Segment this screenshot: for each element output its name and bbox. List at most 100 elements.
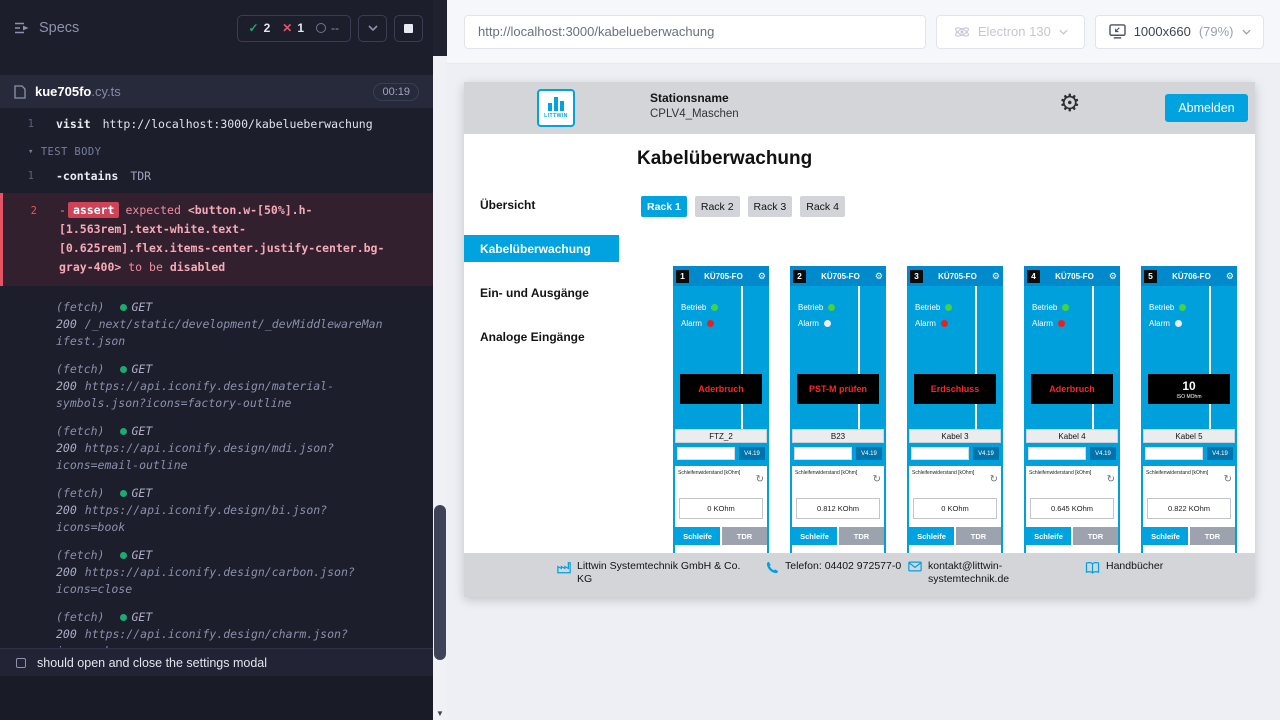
pending-circle-icon: [316, 23, 326, 33]
success-dot-icon: [120, 428, 127, 435]
browser-bar: http://localhost:3000/kabelueberwachung …: [447, 0, 1280, 64]
success-dot-icon: [120, 490, 127, 497]
tab-rack-3[interactable]: Rack 3: [748, 196, 793, 217]
device-card: 3 KÜ705-FO ⚙ Betrieb Alarm Erdschluss Ka…: [907, 266, 1003, 553]
app-under-test: LITTWIN Stationsname CPLV4_Maschen ⚙ Abm…: [464, 82, 1255, 597]
url-input[interactable]: http://localhost:3000/kabelueberwachung: [464, 15, 926, 49]
schleife-button[interactable]: Schleife: [675, 527, 720, 545]
browser-selector[interactable]: Electron 130: [936, 15, 1085, 49]
value-display: [677, 447, 735, 460]
phone-icon: [766, 561, 779, 576]
littwin-logo: LITTWIN: [537, 89, 575, 127]
resistance-value: 0.812 KOhm: [796, 498, 880, 519]
device-model: KÜ706-FO: [1160, 272, 1223, 281]
spec-file-icon: [14, 85, 26, 99]
spec-bar[interactable]: kue705fo.cy.ts 00:19: [0, 75, 433, 108]
value-display: [911, 447, 969, 460]
tdr-button[interactable]: TDR: [1190, 527, 1235, 545]
chevron-down-icon: [368, 25, 378, 31]
viewport-selector[interactable]: 1000x660 (79%): [1095, 15, 1264, 49]
passed-check-icon: ✓: [249, 21, 259, 35]
fetch-log-entry[interactable]: (fetch)GET 200https://api.iconify.design…: [0, 357, 433, 419]
schleife-button[interactable]: Schleife: [1143, 527, 1188, 545]
reporter-scrollbar[interactable]: ▼: [433, 0, 447, 720]
test-body-header[interactable]: ▾ TEST BODY: [0, 136, 433, 165]
firmware-version: V4.19: [739, 447, 765, 460]
alarm-led: [941, 320, 948, 327]
schleife-button[interactable]: Schleife: [909, 527, 954, 545]
app-nav: Übersicht Kabelüberwachung Ein- und Ausg…: [464, 134, 619, 553]
refresh-icon[interactable]: ↻: [756, 475, 764, 485]
collapse-button[interactable]: [358, 15, 387, 42]
scroll-down-arrow-icon[interactable]: ▼: [433, 709, 447, 718]
footer-email[interactable]: kontakt@littwin-systemtechnik.de: [908, 560, 1024, 586]
fetch-log-entry[interactable]: (fetch)GET 200https://api.iconify.design…: [0, 481, 433, 543]
tab-rack-1[interactable]: Rack 1: [641, 196, 687, 217]
cable-name: FTZ_2: [675, 429, 767, 443]
scrollbar-track[interactable]: ▼: [433, 56, 447, 720]
tdr-button[interactable]: TDR: [839, 527, 884, 545]
tab-rack-2[interactable]: Rack 2: [695, 196, 740, 217]
betrieb-indicator: Betrieb: [681, 303, 718, 312]
tdr-button[interactable]: TDR: [1073, 527, 1118, 545]
tdr-button[interactable]: TDR: [722, 527, 767, 545]
schleife-button[interactable]: Schleife: [1026, 527, 1071, 545]
cable-name: Kabel 4: [1026, 429, 1118, 443]
device-gear-icon[interactable]: ⚙: [1226, 272, 1234, 281]
stop-button[interactable]: [394, 15, 423, 42]
tdr-button[interactable]: TDR: [956, 527, 1001, 545]
nav-item-uebersicht[interactable]: Übersicht: [464, 191, 619, 218]
device-model: KÜ705-FO: [809, 272, 872, 281]
device-card-header: 2 KÜ705-FO ⚙: [790, 266, 886, 286]
specs-toggle[interactable]: Specs: [14, 20, 79, 36]
fetch-log-entry[interactable]: (fetch)GET 200https://api.iconify.design…: [0, 543, 433, 605]
tab-rack-4[interactable]: Rack 4: [800, 196, 845, 217]
nav-item-kabelueberwachung[interactable]: Kabelüberwachung: [464, 235, 619, 262]
footer-manuals[interactable]: Handbücher: [1085, 560, 1163, 576]
spec-name: kue705fo: [35, 84, 91, 99]
device-gear-icon[interactable]: ⚙: [875, 272, 883, 281]
chevron-down-icon: ▾: [28, 147, 34, 157]
alarm-indicator: Alarm: [915, 319, 948, 328]
betrieb-indicator: Betrieb: [915, 303, 952, 312]
scrollbar-thumb[interactable]: [434, 505, 446, 660]
fetch-log-entry[interactable]: (fetch)GET 200https://api.iconify.design…: [0, 419, 433, 481]
failed-cross-icon: ✕: [282, 21, 292, 35]
device-card: 1 KÜ705-FO ⚙ Betrieb Alarm Aderbruch FTZ…: [673, 266, 769, 553]
refresh-icon[interactable]: ↻: [990, 475, 998, 485]
alarm-led: [1175, 320, 1182, 327]
refresh-icon[interactable]: ↻: [1224, 475, 1232, 485]
device-card: 2 KÜ705-FO ⚙ Betrieb Alarm PST-M prüfen …: [790, 266, 886, 553]
card-divider: [1092, 286, 1094, 429]
command-assert-failed[interactable]: 2 -assertexpected <button.w-[50%].h-[1.5…: [0, 193, 433, 286]
resistance-value: 0.645 KOhm: [1030, 498, 1114, 519]
success-dot-icon: [120, 552, 127, 559]
device-gear-icon[interactable]: ⚙: [992, 272, 1000, 281]
settings-gear-icon[interactable]: ⚙: [1059, 92, 1081, 116]
betrieb-led: [1179, 304, 1186, 311]
refresh-icon[interactable]: ↻: [1107, 475, 1115, 485]
assert-badge: assert: [68, 202, 120, 218]
logout-button[interactable]: Abmelden: [1165, 94, 1248, 122]
fetch-log-entry[interactable]: (fetch)GET 200https://api.iconify.design…: [0, 605, 433, 649]
firmware-version: V4.19: [1207, 447, 1233, 460]
schleife-button[interactable]: Schleife: [792, 527, 837, 545]
device-model: KÜ705-FO: [692, 272, 755, 281]
nav-item-ein-und-ausgaenge[interactable]: Ein- und Ausgänge: [464, 279, 619, 306]
nav-item-analoge-eingaenge[interactable]: Analoge Eingänge: [464, 323, 619, 350]
device-gear-icon[interactable]: ⚙: [1109, 272, 1117, 281]
refresh-icon[interactable]: ↻: [873, 475, 881, 485]
command-visit[interactable]: 1visithttp://localhost:3000/kabelueberwa…: [0, 113, 433, 136]
device-card-header: 3 KÜ705-FO ⚙: [907, 266, 1003, 286]
device-cards: 1 KÜ705-FO ⚙ Betrieb Alarm Aderbruch FTZ…: [673, 266, 1237, 553]
viewport-scale-icon: [1109, 24, 1126, 39]
device-gear-icon[interactable]: ⚙: [758, 272, 766, 281]
firmware-version: V4.19: [973, 447, 999, 460]
fetch-log-entry[interactable]: (fetch)GET 200/_next/static/development/…: [0, 295, 433, 357]
card-divider: [741, 286, 743, 429]
command-contains[interactable]: 1-containsTDR: [0, 165, 433, 188]
stat-pending: --: [316, 21, 339, 35]
betrieb-indicator: Betrieb: [1149, 303, 1186, 312]
collapsed-test-row[interactable]: should open and close the settings modal: [0, 648, 433, 676]
resistance-panel: Schleifenwiderstand [kOhm] ↻ 0.645 KOhm …: [1026, 466, 1118, 553]
